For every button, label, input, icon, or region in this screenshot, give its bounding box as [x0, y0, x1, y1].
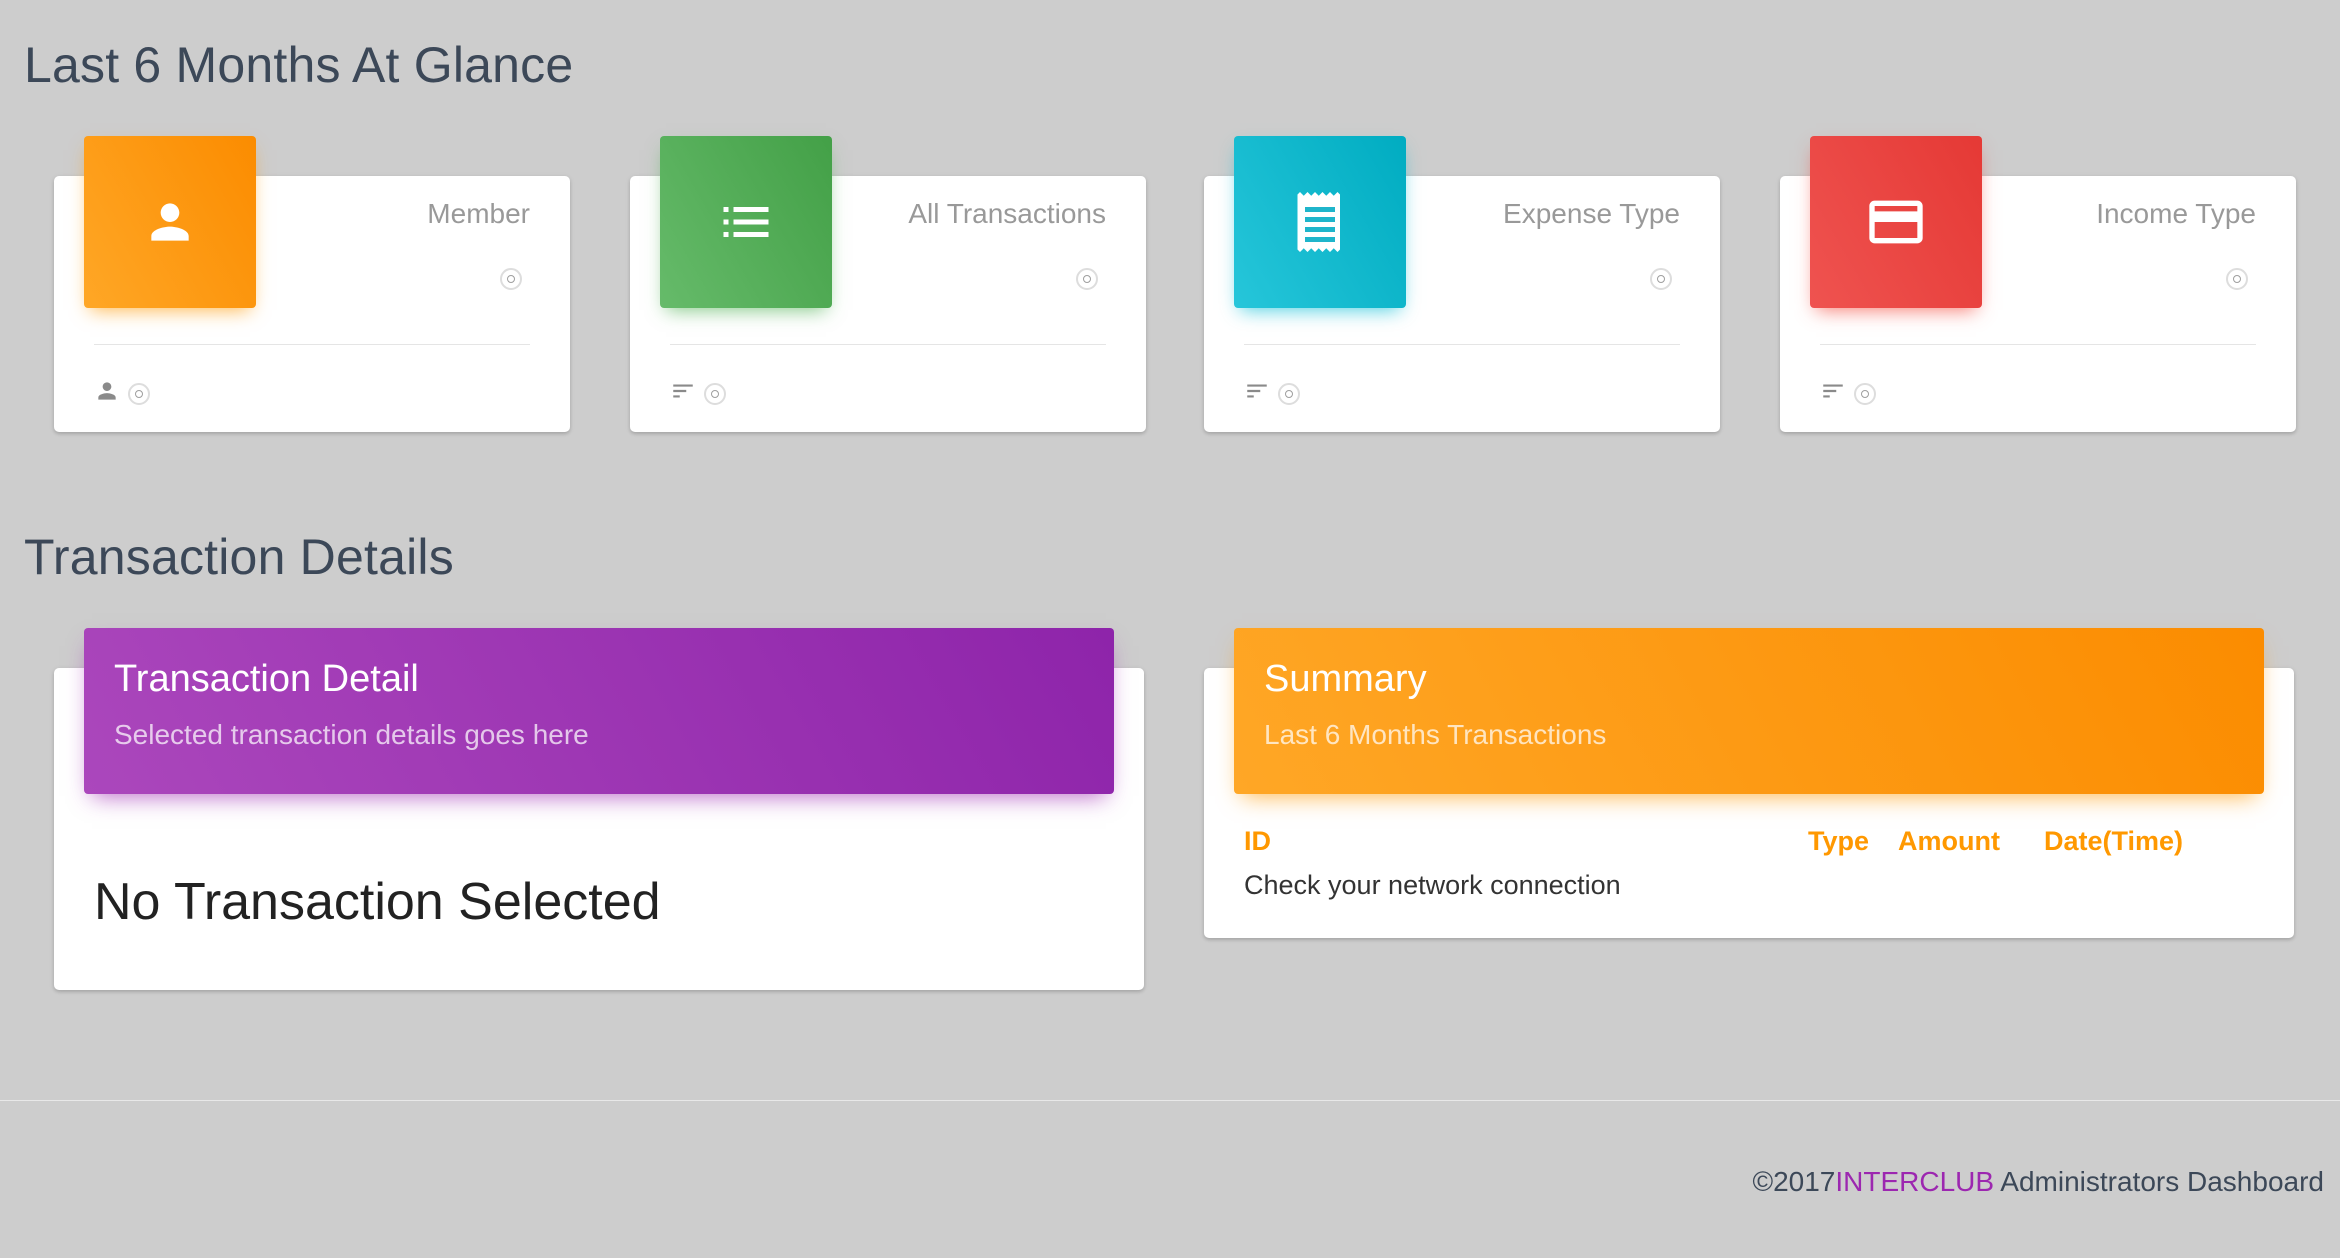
divider	[1244, 344, 1680, 345]
empty-state-text: No Transaction Selected	[94, 873, 661, 931]
credit-card-icon	[1810, 136, 1982, 308]
summary-header: Summary Last 6 Months Transactions	[1234, 628, 2264, 794]
card-subtitle: Selected transaction details goes here	[114, 719, 589, 750]
stat-card-income-type[interactable]: Income Type	[1780, 136, 2296, 432]
sort-icon	[670, 378, 696, 409]
stat-footer	[94, 378, 150, 409]
copyright-text: ©2017	[1752, 1166, 1836, 1197]
divider	[670, 344, 1106, 345]
person-icon	[84, 136, 256, 308]
footer-divider	[0, 1100, 2340, 1101]
divider	[1820, 344, 2256, 345]
loading-spinner-icon	[2226, 268, 2248, 290]
footer-suffix: Administrators Dashboard	[1994, 1166, 2324, 1197]
column-header-id[interactable]: ID	[1244, 826, 1271, 857]
stat-card-all-transactions[interactable]: All Transactions	[630, 136, 1146, 432]
brand-link[interactable]: INTERCLUB	[1835, 1166, 1994, 1197]
loading-spinner-icon	[1854, 382, 1876, 405]
stat-label: Member	[427, 198, 530, 229]
overview-title: Last 6 Months At Glance	[24, 37, 574, 93]
loading-spinner-icon	[1278, 382, 1300, 405]
column-header-amount[interactable]: Amount	[1898, 826, 2000, 857]
transaction-detail-card: Transaction Detail Selected transaction …	[54, 628, 1144, 990]
sort-icon	[1820, 378, 1846, 409]
footer: ©2017INTERCLUB Administrators Dashboard	[1752, 1166, 2324, 1198]
stat-label: Income Type	[2096, 198, 2256, 229]
stat-card-expense-type[interactable]: Expense Type	[1204, 136, 1720, 432]
card-title: Transaction Detail	[114, 658, 419, 700]
summary-card: Summary Last 6 Months Transactions ID Ty…	[1204, 628, 2294, 938]
loading-spinner-icon	[1650, 268, 1672, 290]
stat-label: Expense Type	[1503, 198, 1680, 229]
details-title: Transaction Details	[24, 529, 454, 585]
column-header-date[interactable]: Date(Time)	[2044, 826, 2183, 857]
person-small-icon	[94, 378, 120, 409]
column-header-type[interactable]: Type	[1808, 826, 1869, 857]
stat-card-member[interactable]: Member	[54, 136, 570, 432]
stat-footer	[1820, 378, 1876, 409]
transaction-detail-header: Transaction Detail Selected transaction …	[84, 628, 1114, 794]
list-icon	[660, 136, 832, 308]
card-subtitle: Last 6 Months Transactions	[1264, 719, 1607, 750]
stat-footer	[1244, 378, 1300, 409]
table-status-message: Check your network connection	[1244, 870, 1621, 900]
loading-spinner-icon	[704, 382, 726, 405]
loading-spinner-icon	[500, 268, 522, 290]
receipt-icon	[1234, 136, 1406, 308]
card-title: Summary	[1264, 658, 1427, 700]
sort-icon	[1244, 378, 1270, 409]
stat-footer	[670, 378, 726, 409]
loading-spinner-icon	[128, 382, 150, 405]
divider	[94, 344, 530, 345]
stat-label: All Transactions	[908, 198, 1106, 229]
loading-spinner-icon	[1076, 268, 1098, 290]
